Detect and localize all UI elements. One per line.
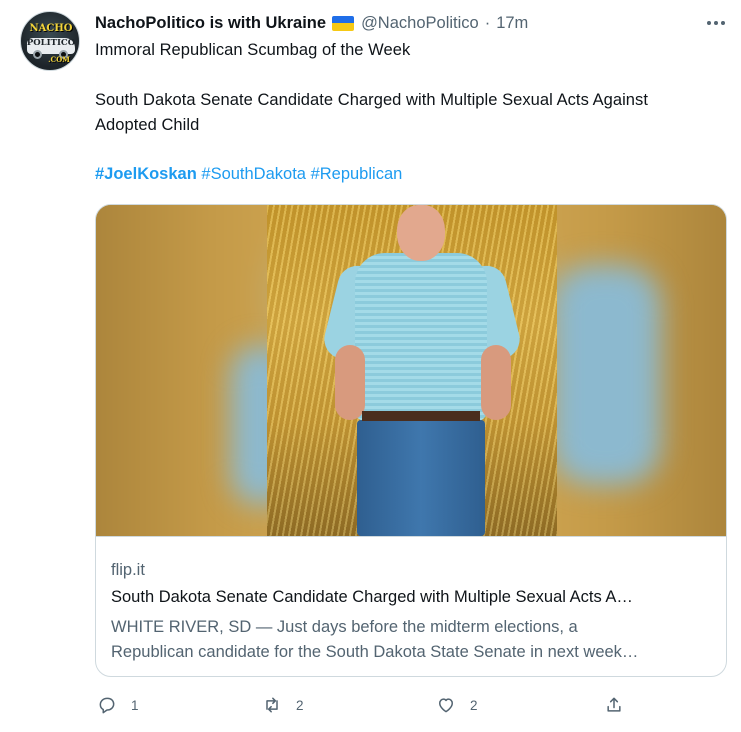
hashtag-link[interactable]: #JoelKoskan [95, 165, 197, 183]
tweet-actions: 1 2 2 [95, 692, 735, 718]
card-description: WHITE RIVER, SD — Just days before the m… [111, 618, 578, 636]
like-button[interactable]: 2 [436, 692, 478, 718]
person-shirt [355, 253, 487, 421]
blurred-background-figure [551, 265, 661, 485]
hashtags: #JoelKoskan #SouthDakota #Republican [95, 165, 402, 184]
card-image[interactable] [96, 205, 726, 536]
avatar-logo-text-1: NACHO [29, 23, 73, 34]
reply-icon [99, 697, 115, 714]
person-forearm [335, 345, 365, 420]
retweet-icon [266, 697, 278, 713]
tweet[interactable]: NACHO POLITICO .COM NachoPolitico is wit… [0, 0, 741, 732]
link-preview-card[interactable]: flip.it South Dakota Senate Candidate Ch… [95, 204, 727, 677]
candidate-photo [267, 205, 557, 536]
more-options-icon[interactable] [703, 12, 729, 34]
tweet-timestamp[interactable]: 17m [496, 14, 528, 33]
avatar[interactable]: NACHO POLITICO .COM [20, 11, 80, 71]
like-count: 2 [470, 697, 478, 713]
tweet-text-line: South Dakota Senate Candidate Charged wi… [95, 91, 648, 109]
retweet-count: 2 [296, 697, 304, 713]
hashtag-link[interactable]: #SouthDakota [201, 165, 306, 183]
heart-icon [439, 698, 453, 713]
person-head [397, 205, 445, 261]
share-button[interactable] [604, 692, 624, 718]
person-forearm [481, 345, 511, 420]
avatar-logo-text-2: POLITICO [26, 38, 76, 48]
reply-button[interactable]: 1 [97, 692, 139, 718]
tweet-text-line: Adopted Child [95, 116, 200, 134]
ukraine-flag-icon [332, 15, 355, 31]
card-title: South Dakota Senate Candidate Charged wi… [111, 588, 633, 606]
reply-count: 1 [131, 697, 139, 713]
card-description: Republican candidate for the South Dakot… [111, 643, 639, 661]
user-handle[interactable]: @NachoPolitico [361, 14, 479, 33]
tweet-header: NachoPolitico is with Ukraine @NachoPoli… [95, 12, 528, 34]
person-belt [362, 411, 480, 421]
person-jeans [357, 420, 485, 536]
share-icon [607, 697, 621, 712]
card-body: flip.it South Dakota Senate Candidate Ch… [96, 536, 726, 661]
retweet-button[interactable]: 2 [262, 692, 304, 718]
display-name[interactable]: NachoPolitico is with Ukraine [95, 14, 326, 33]
separator-dot: · [484, 13, 491, 32]
avatar-logo-text-3: .COM [48, 55, 70, 64]
hashtag-link[interactable]: #Republican [311, 165, 403, 183]
tweet-text-line: Immoral Republican Scumbag of the Week [95, 41, 411, 59]
card-domain: flip.it [111, 561, 145, 579]
